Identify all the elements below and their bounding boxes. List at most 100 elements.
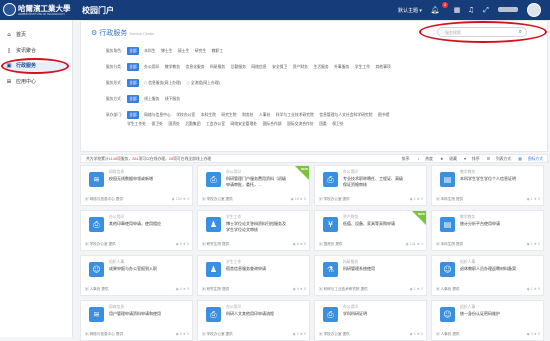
filter-chip[interactable]: 后勤服务 bbox=[231, 63, 246, 71]
filter-chip[interactable]: 研究生院 bbox=[221, 111, 236, 119]
sidebar-item-news[interactable]: ▯ 资讯聚合 bbox=[5, 47, 71, 56]
filter-chip[interactable]: 线下服务 bbox=[165, 95, 180, 103]
sort-by-popularity[interactable]: ↕ 热度 bbox=[417, 157, 433, 161]
person-icon: ☺ bbox=[440, 262, 455, 277]
service-card[interactable]: ≋ 网络信息 校园无线数据申领或新增 ▣ 网络与信息中心 提供 ◉ 234 ★ 3 bbox=[80, 165, 193, 206]
filter-radio[interactable]: 信息服务(网上办理) bbox=[144, 79, 181, 87]
filter-chip[interactable]: 全部 bbox=[127, 47, 139, 55]
service-card[interactable]: ⎙ 办公用印 其他印章使用申请，使用相应 ▣ 学校办公室 提供 ◉ 9 ★ 0 bbox=[80, 210, 193, 251]
filter-chip[interactable]: 其他事项 bbox=[376, 63, 391, 71]
filter-chip[interactable]: 全部 bbox=[127, 95, 139, 103]
filter-chip[interactable]: 后勤集团 bbox=[185, 120, 200, 128]
service-card[interactable]: ⎙ 办公用印 学科科研证明 ▣ 学校办公室 提供 ◉ 1 ★ 0 bbox=[314, 300, 427, 341]
filter-chip[interactable]: 学生工作 bbox=[355, 63, 370, 71]
service-card[interactable]: ⎙ 办公用印 科研人文其他用印申请流程 ▣ 学校办公室 提供 ◉ 2 ★ 0 bbox=[197, 300, 310, 341]
sidebar-item-app-center[interactable]: ⊞ 应用中心 bbox=[5, 78, 71, 87]
filter-chip[interactable]: 科学与工业技术研究院 bbox=[276, 111, 314, 119]
card-title[interactable]: 统计分析平台使用申请 bbox=[460, 221, 500, 227]
card-title[interactable]: 退休教职人员办理返聘材料备案 bbox=[460, 266, 516, 272]
filter-chip[interactable]: 人事处 bbox=[259, 111, 270, 119]
bell-outline-icon[interactable]: ♫ bbox=[466, 5, 476, 15]
filter-chip[interactable]: 线上服务 bbox=[144, 95, 159, 103]
new-tag: NEW bbox=[418, 212, 425, 216]
theme-selector[interactable]: 默认主题 ▾ bbox=[398, 7, 422, 14]
filter-chip[interactable]: 保卫处 bbox=[152, 120, 163, 128]
filter-chip[interactable]: 工会办公室 bbox=[206, 120, 225, 128]
filter-chip[interactable]: 安全保卫 bbox=[272, 63, 287, 71]
service-card[interactable]: ☺ 组织人事 统一身份认证密码维护 ▣ 人事处 提供 ◉ 3 ★ 0 bbox=[431, 300, 544, 341]
service-card[interactable]: ¥ 资产财务 低值、设备、家具等采购申请 ▣ 国资处 提供 ◉ 141 ★ 1 NEW bbox=[314, 210, 427, 251]
filter-chip[interactable]: 本科生院 bbox=[201, 111, 216, 119]
service-card[interactable]: ≋ 网络信息 用户管理申请资料申请和使用 ▣ 网络与信息中心 提供 ◉ 8 ★ 0 bbox=[80, 300, 193, 341]
filter-chip[interactable]: 生活服务 bbox=[313, 63, 328, 71]
avatar[interactable] bbox=[527, 3, 541, 17]
service-card[interactable]: ☺ 组织人事 成果申报与办公室报到入职 ▣ 人事处 提供 ◉ 4 ★ 0 bbox=[80, 255, 193, 296]
card-title[interactable]: 校园无线数据申领或新增 bbox=[109, 176, 153, 182]
filter-chip[interactable]: 团委 bbox=[319, 120, 327, 128]
card-category: 网络信息 bbox=[109, 305, 125, 309]
filter-chip[interactable]: 研究生 bbox=[195, 47, 206, 55]
filter-chip[interactable]: 科研服务 bbox=[210, 63, 225, 71]
filter-chip[interactable]: 财务处 bbox=[242, 111, 253, 119]
card-title[interactable]: 成果申报与办公室报到入职 bbox=[109, 266, 157, 272]
filter-chip[interactable]: 博士生 bbox=[161, 47, 172, 55]
filter-chip[interactable]: 教职工 bbox=[212, 47, 223, 55]
filter-chip[interactable]: 网络安全管理处 bbox=[231, 120, 258, 128]
filter-chip[interactable]: 保卫处 bbox=[332, 120, 343, 128]
card-title[interactable]: 用户管理申请资料申请和使用 bbox=[109, 311, 161, 317]
card-title[interactable]: 本科学生学生学位个人信息证明 bbox=[460, 176, 516, 182]
user-name[interactable] bbox=[498, 7, 518, 12]
filter-chip[interactable]: 资产财务 bbox=[293, 63, 308, 71]
filter-chip[interactable]: 学生工作处 bbox=[127, 120, 146, 128]
card-title[interactable]: 统一身份认证密码维护 bbox=[460, 311, 500, 317]
top-bar: 哈爾濱工業大學 HARBIN INSTITUTE OF TECHNOLOGY 校… bbox=[0, 0, 550, 20]
filter-chip[interactable]: 国资处 bbox=[168, 120, 179, 128]
filter-chip[interactable]: 图书馆 bbox=[378, 111, 389, 119]
service-card[interactable]: ▤ 教学教务 本科学生学生学位个人信息证明 ▣ 本科生院 提供 ◉ 1 ★ 0 bbox=[431, 165, 544, 206]
filter-chip[interactable]: 硕士生 bbox=[178, 47, 189, 55]
filter-chip[interactable]: 教学教务 bbox=[165, 63, 180, 71]
card-title[interactable]: 宿舍信息服务查询申请 bbox=[226, 266, 266, 272]
filter-radio[interactable]: 全流程(网上办理) bbox=[187, 79, 220, 87]
filter-chip[interactable]: 网络信息 bbox=[251, 63, 266, 71]
service-card[interactable]: ♟ 学生工作 宿舍信息服务查询申请 ▣ 研究生院 提供 ◉ 4 ★ 0 bbox=[197, 255, 310, 296]
filter-chip[interactable]: 办公用印 bbox=[144, 63, 159, 71]
card-category: 办公用印 bbox=[226, 170, 242, 174]
sort-by-favorite[interactable]: ★ 收藏 bbox=[440, 157, 457, 161]
page-title: ⚙ 行政服务 Service Center bbox=[91, 29, 155, 37]
service-card[interactable]: ☺ 组织人事 退休教职人员办理返聘材料备案 ▣ 人事处 提供 ◉ 1 ★ 0 bbox=[431, 255, 544, 296]
card-stats: ◉ 1 ★ 0 bbox=[409, 332, 423, 336]
service-card[interactable]: ⎙ 办公用印 专业技术职称聘任、工程证、高级 保证资格审核 ▣ 学校办公室 提供 ◉ 1 … bbox=[314, 165, 427, 206]
filter-chip[interactable]: 全部 bbox=[127, 63, 139, 71]
service-card[interactable]: ⎙ 办公用印 科研管理门户服务费用资料（初级 申请审批，委托，… ▣ 学校办公室 提供 ◉… bbox=[197, 165, 310, 206]
card-title[interactable]: 学科科研证明 bbox=[343, 311, 367, 317]
icon-view-toggle[interactable]: ▦ 图标方式 bbox=[518, 157, 543, 161]
filter-chip[interactable]: 信息管理与人文社会科学研究院 bbox=[319, 111, 372, 119]
sidebar-item-home[interactable]: ⌂ 首页 bbox=[5, 31, 71, 40]
card-title[interactable]: 其他印章使用申请，使用相应 bbox=[109, 221, 161, 227]
card-title[interactable]: 科研管理系统使用 bbox=[343, 266, 375, 272]
filter-chip[interactable]: 外事服务 bbox=[334, 63, 349, 71]
filter-chip[interactable]: 本科生 bbox=[144, 47, 155, 55]
filter-chip[interactable]: 信息化服务 bbox=[186, 63, 205, 71]
filter-chip[interactable]: 全部 bbox=[127, 79, 139, 87]
service-card[interactable]: ▤ 教学教务 统计分析平台使用申请 ▣ 本科生院 提供 ◉ 1 ★ 0 bbox=[431, 210, 544, 251]
list-view-toggle[interactable]: ☰ 列表方式 bbox=[487, 157, 512, 161]
notification-badge: 2 bbox=[442, 2, 448, 8]
notification-bell-icon[interactable]: 🔔︎ bbox=[430, 5, 440, 15]
service-card[interactable]: ♟ 学生工作 博士学位论文答辩资料归档服务及 学生学位论文审核 ▣ 研究生院 提供 ◉ 8… bbox=[197, 210, 310, 251]
filter-chip[interactable]: 全部 bbox=[127, 111, 139, 119]
grid-apps-icon[interactable]: ▦ bbox=[452, 5, 462, 15]
filter-chip[interactable]: 网络与信息中心 bbox=[144, 111, 171, 119]
university-seal-icon[interactable] bbox=[3, 3, 16, 16]
card-title[interactable]: 科研人文其他用印申请流程 bbox=[226, 311, 274, 317]
fullscreen-icon[interactable]: ⤢ bbox=[481, 5, 491, 15]
service-card[interactable]: ⚗ 科研服务 科研管理系统使用 ▣ 科研与工业技术研究院 提供 ◉ 1 ★ 0 bbox=[314, 255, 427, 296]
card-provider: ▣ 国资处 提供 bbox=[319, 242, 343, 246]
sort-by-order[interactable]: ▾ 排序 bbox=[464, 157, 480, 161]
filter-chip[interactable]: 国际合作部 bbox=[263, 120, 282, 128]
filter-chip[interactable]: 国际交流合作处 bbox=[287, 120, 314, 128]
card-title[interactable]: 低值、设备、家具等采购申请 bbox=[343, 221, 395, 227]
result-summary-bar: 共为学校累计1148项服务，284项可以在线办理，28项可在线全部线上办理 排序… bbox=[80, 154, 548, 163]
filter-chip[interactable]: 学校办公室 bbox=[176, 111, 195, 119]
